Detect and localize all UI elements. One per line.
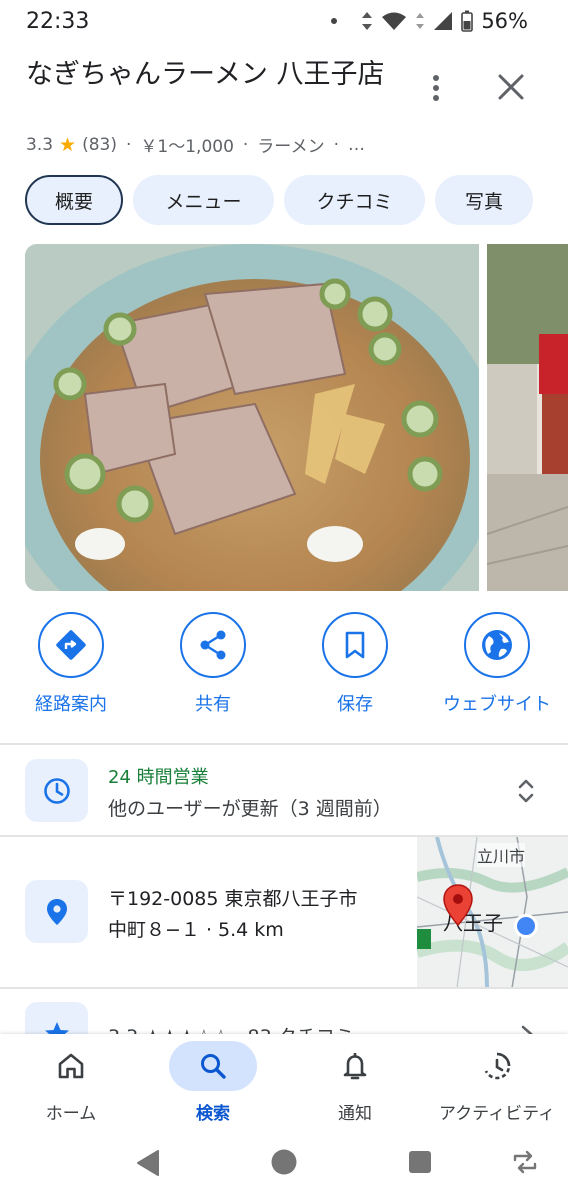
location-pin-icon (46, 898, 67, 925)
rating-row[interactable]: 3.3 ★★★☆☆ · 83 クチコミ (0, 990, 568, 1035)
globe-icon (482, 630, 512, 660)
status-icons: 56% (331, 9, 528, 33)
nav-home-label: ホーム (45, 1104, 97, 1124)
photo-carousel[interactable] (25, 244, 568, 591)
directions-label: 経路案内 (35, 694, 107, 715)
rating-icon-chip (25, 1002, 88, 1035)
signal-icon (434, 12, 453, 30)
share-icon (200, 630, 226, 660)
nav-notifications-label: 通知 (338, 1104, 372, 1124)
map-pin-icon (443, 884, 473, 927)
separator: · (333, 134, 340, 155)
current-location-icon (514, 914, 538, 938)
category: ラーメン (257, 137, 325, 157)
divider (0, 987, 568, 989)
expand-icon[interactable] (512, 776, 540, 806)
nav-activity[interactable]: アクティビティ (426, 1034, 568, 1124)
bell-icon (343, 1053, 367, 1080)
hours-status[interactable]: 24 時間営業 (108, 763, 209, 789)
dot-icon (433, 95, 439, 101)
status-time: 22:33 (26, 9, 90, 34)
action-buttons: 経路案内 共有 保存 ウェブサイト (0, 612, 568, 722)
tab-photos[interactable]: 写真 (435, 175, 533, 225)
nav-notifications[interactable]: 通知 (284, 1034, 426, 1124)
share-button[interactable]: 共有 (143, 612, 283, 716)
dot-icon (433, 85, 439, 91)
address-line2: 中町８−１ · 5.4 km (108, 919, 284, 941)
bottom-navigation: ホーム 検索 通知 アクティビティ (0, 1034, 568, 1134)
ramen-image (25, 244, 479, 591)
share-label: 共有 (195, 694, 231, 715)
hours-note: 他のユーザーが更新（3 週間前） (108, 798, 392, 820)
address-icon-chip (25, 880, 88, 943)
nav-home-pill (27, 1041, 115, 1091)
back-icon[interactable] (134, 1148, 162, 1178)
tab-menu[interactable]: メニュー (133, 175, 274, 225)
save-label: 保存 (337, 694, 373, 715)
separator: · (242, 134, 249, 155)
place-meta: 3.3 ★ (83) · ￥1〜1,000 · ラーメン · … (26, 132, 366, 158)
tab-overview[interactable]: 概要 (25, 175, 123, 225)
data-arrows-2-icon (416, 13, 425, 29)
clock-icon (43, 777, 70, 804)
hours-icon-chip (25, 759, 88, 822)
website-circle (464, 612, 530, 678)
meta-ellipsis: … (348, 134, 366, 155)
star-icon: ★ (59, 133, 77, 156)
ramen-photo[interactable] (25, 244, 479, 591)
save-button[interactable]: 保存 (285, 612, 425, 716)
website-button[interactable]: ウェブサイト (427, 612, 567, 716)
nav-home[interactable]: ホーム (0, 1034, 142, 1124)
activity-icon (484, 1052, 511, 1080)
star-icon (44, 1021, 69, 1035)
price-range: ￥1〜1,000 (140, 137, 234, 157)
close-icon[interactable] (490, 66, 532, 108)
battery-icon (461, 10, 474, 32)
status-bar: 22:33 56% (0, 0, 568, 46)
rotate-icon[interactable] (510, 1148, 540, 1176)
bookmark-icon (345, 631, 365, 659)
divider (0, 743, 568, 745)
place-title: なぎちゃんラーメン 八王子店 (26, 59, 385, 90)
place-header: なぎちゃんラーメン 八王子店 (26, 56, 406, 94)
more-options-button[interactable] (418, 68, 454, 108)
address-line1: 〒192-0085 東京都八王子市 (108, 888, 358, 910)
map-label-tachikawa: 立川市 (477, 843, 526, 867)
share-circle (180, 612, 246, 678)
battery-percent: 56% (481, 9, 528, 33)
notification-dot-icon (331, 18, 338, 24)
map-thumbnail[interactable]: 立川市 八王子 (417, 837, 568, 988)
tab-reviews[interactable]: クチコミ (284, 175, 425, 225)
nav-activity-label: アクティビティ (438, 1104, 556, 1124)
storefront-image (487, 244, 568, 591)
tab-bar: 概要 メニュー クチコミ 写真 (25, 175, 533, 225)
wifi-icon (382, 12, 407, 30)
system-navigation-bar (0, 1134, 568, 1199)
review-count: (83) (82, 134, 117, 155)
directions-circle (38, 612, 104, 678)
home-icon (58, 1053, 84, 1079)
website-label: ウェブサイト (443, 694, 551, 715)
nav-search-pill (169, 1041, 257, 1091)
separator: · (126, 134, 132, 155)
home-circle-icon[interactable] (270, 1148, 298, 1176)
nav-search-label: 検索 (196, 1104, 230, 1124)
search-icon (201, 1054, 226, 1079)
save-circle (322, 612, 388, 678)
recents-icon[interactable] (407, 1149, 433, 1175)
rating-value: 3.3 (26, 134, 54, 155)
directions-icon (56, 630, 86, 660)
address-text[interactable]: 〒192-0085 東京都八王子市 中町８−１ · 5.4 km (108, 884, 358, 946)
nav-activity-pill (453, 1041, 541, 1091)
nav-notifications-pill (311, 1041, 399, 1091)
data-arrows-icon (362, 12, 373, 30)
dot-icon (433, 75, 439, 81)
directions-button[interactable]: 経路案内 (1, 612, 141, 716)
nav-search[interactable]: 検索 (142, 1034, 284, 1124)
storefront-photo[interactable] (487, 244, 568, 591)
